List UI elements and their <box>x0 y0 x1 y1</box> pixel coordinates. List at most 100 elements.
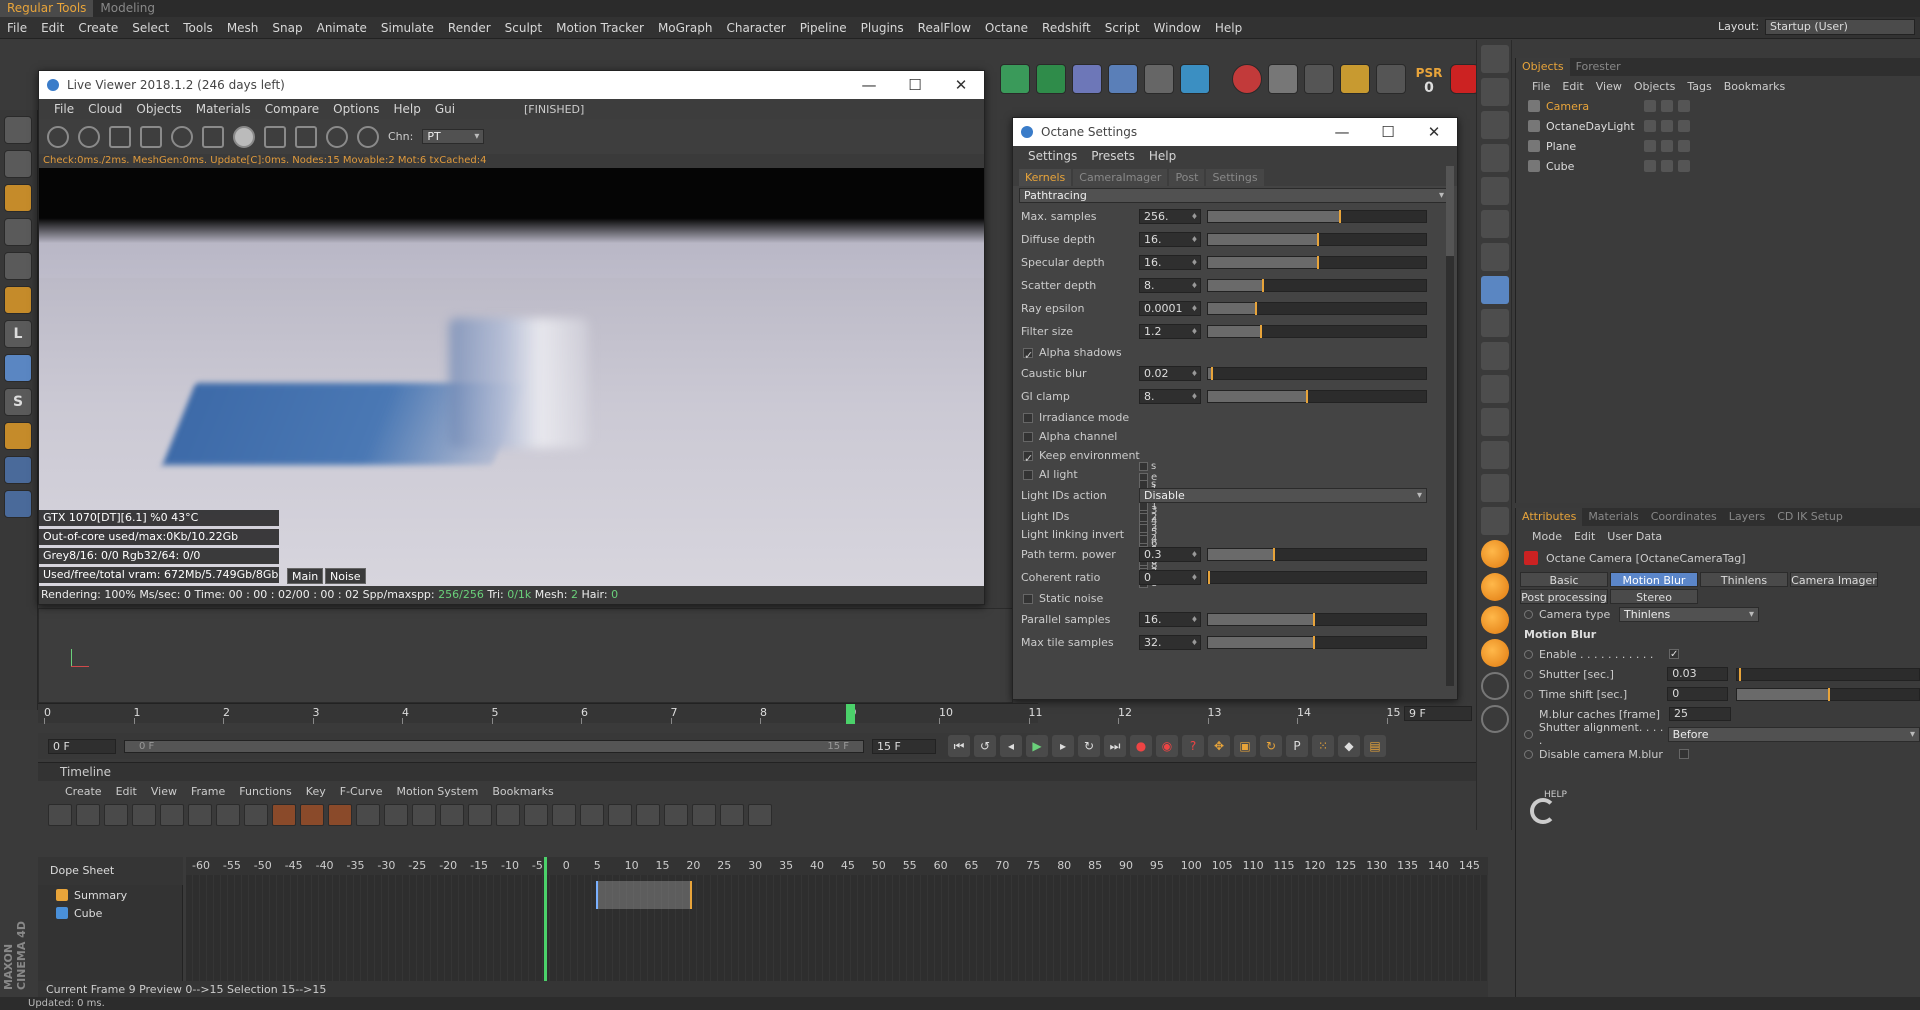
attr-btn-camera-imager[interactable]: Camera Imager <box>1790 572 1878 587</box>
timeline-tool-button[interactable] <box>608 804 632 826</box>
octane-param-slider[interactable] <box>1207 390 1427 403</box>
menu-octane[interactable]: Octane <box>978 17 1035 39</box>
menu-animate[interactable]: Animate <box>310 17 374 39</box>
timeline-tool-button[interactable] <box>356 804 380 826</box>
timeline-tool-button[interactable] <box>272 804 296 826</box>
next-frame-button[interactable]: ▸ <box>1052 735 1074 757</box>
light-ids-action-select[interactable]: Disable <box>1139 488 1427 503</box>
track-summary[interactable]: Summary <box>38 885 182 905</box>
pause-icon[interactable] <box>109 125 131 148</box>
object-visibility-tags[interactable] <box>1644 100 1690 112</box>
octane-param-field[interactable]: 16. <box>1139 612 1201 627</box>
menu-tools[interactable]: Tools <box>176 17 220 39</box>
attr-menu-userdata[interactable]: User Data <box>1601 530 1668 543</box>
main-playhead[interactable] <box>845 704 855 724</box>
octane-icon[interactable] <box>1180 64 1210 94</box>
timeline-tool-button[interactable] <box>580 804 604 826</box>
object-visibility-tags[interactable] <box>1644 120 1690 132</box>
tab-attributes[interactable]: Attributes <box>1516 508 1583 526</box>
tab-cd-ik-setup[interactable]: CD IK Setup <box>1771 508 1849 526</box>
menu-mesh[interactable]: Mesh <box>220 17 266 39</box>
tl-menu-edit[interactable]: Edit <box>109 785 144 798</box>
send-scene-icon[interactable] <box>47 125 69 148</box>
tl-menu-functions[interactable]: Functions <box>232 785 299 798</box>
octane-param-slider[interactable] <box>1207 302 1427 315</box>
menu-select[interactable]: Select <box>125 17 176 39</box>
playhead[interactable] <box>544 857 547 981</box>
irradiance-row[interactable]: Irradiance mode <box>1013 408 1457 427</box>
tl-menu-create[interactable]: Create <box>58 785 109 798</box>
timeline-tool-button[interactable] <box>692 804 716 826</box>
current-frame-field[interactable]: 9 F <box>1404 706 1472 721</box>
hierarchy-icon[interactable] <box>1481 342 1509 370</box>
rotate-key-icon[interactable]: ↻ <box>1260 735 1282 757</box>
next-key-button[interactable]: ↻ <box>1078 735 1100 757</box>
start-frame-field[interactable]: 0 F <box>48 738 116 754</box>
menu-render[interactable]: Render <box>441 17 498 39</box>
attr-btn-motion-blur[interactable]: Motion Blur <box>1610 572 1698 587</box>
menu-motion-tracker[interactable]: Motion Tracker <box>549 17 651 39</box>
light_linking-checkbox[interactable] <box>1139 513 1148 522</box>
alpha-channel-checkbox[interactable] <box>1023 431 1033 442</box>
pick-icon[interactable] <box>357 125 379 148</box>
octane-param-slider[interactable] <box>1207 256 1427 269</box>
autokey-button[interactable]: ◉ <box>1156 735 1178 757</box>
pla-key-icon[interactable]: ⁙ <box>1312 735 1334 757</box>
obj-menu-tags[interactable]: Tags <box>1681 80 1717 93</box>
help-icon[interactable]: HELP <box>1526 790 1567 830</box>
render-settings-icon[interactable] <box>1481 45 1509 73</box>
tl-menu-motion-system[interactable]: Motion System <box>390 785 486 798</box>
lock-grid-icon[interactable] <box>4 490 32 518</box>
texture-mode-icon[interactable] <box>4 150 32 178</box>
menu-plugins[interactable]: Plugins <box>854 17 911 39</box>
obj-menu-objects[interactable]: Objects <box>1628 80 1682 93</box>
attr-menu-mode[interactable]: Mode <box>1526 530 1568 543</box>
obj-menu-edit[interactable]: Edit <box>1556 80 1589 93</box>
scheme-icon[interactable]: ◆ <box>1338 735 1360 757</box>
attr-btn-post-processing[interactable]: Post processing <box>1520 589 1608 604</box>
grid-icon[interactable] <box>4 456 32 484</box>
keyframe-block[interactable] <box>596 881 692 909</box>
main-timeline-ruler[interactable]: 0123456789101112131415 <box>38 703 1401 724</box>
shutter-field[interactable]: 0.03 <box>1667 667 1729 681</box>
model-mode-icon[interactable] <box>4 116 32 144</box>
figure3-icon[interactable] <box>1481 474 1509 502</box>
attr-btn-basic[interactable]: Basic <box>1520 572 1608 587</box>
menu-sculpt[interactable]: Sculpt <box>498 17 549 39</box>
time-shift-field[interactable]: 0 <box>1667 687 1729 701</box>
globe2-icon[interactable] <box>1481 705 1509 733</box>
lock-icon[interactable] <box>202 125 224 148</box>
render-icon[interactable] <box>1232 64 1262 94</box>
layout-select[interactable]: Startup (User) <box>1765 19 1915 35</box>
static-noise-checkbox[interactable] <box>1023 593 1033 604</box>
octane-param-field[interactable]: 16. <box>1139 232 1201 247</box>
light_ids-checkbox[interactable] <box>1139 462 1148 471</box>
prev-frame-button[interactable]: ◂ <box>1000 735 1022 757</box>
octane-param-slider[interactable] <box>1207 325 1427 338</box>
menu-redshift[interactable]: Redshift <box>1035 17 1098 39</box>
octane-param-slider[interactable] <box>1207 233 1427 246</box>
ai-light-row[interactable]: AI light <box>1013 465 1457 484</box>
render-active-icon[interactable] <box>1481 144 1509 172</box>
octane-param-slider[interactable] <box>1207 367 1427 380</box>
move-key-icon[interactable]: ✥ <box>1208 735 1230 757</box>
focus-icon[interactable] <box>326 125 348 148</box>
globe-icon[interactable] <box>1481 672 1509 700</box>
object-row[interactable]: Plane <box>1516 136 1920 156</box>
tweak-icon[interactable] <box>4 354 32 382</box>
prev-key-button[interactable]: ↺ <box>974 735 996 757</box>
camera-icon[interactable] <box>1144 64 1174 94</box>
time-shift-anim-dot[interactable] <box>1524 689 1533 699</box>
lv-menu-options[interactable]: Options <box>326 102 386 116</box>
timeline-tool-button[interactable] <box>664 804 688 826</box>
dope-sheet-grid[interactable]: -60 -55 -50 -45 -40 -35 -30 -25 -20 -15 -10 -5 0 5 10 1… <box>186 857 1488 981</box>
render-view-icon[interactable] <box>1481 78 1509 106</box>
camera-type-anim-dot[interactable] <box>1524 609 1533 619</box>
mograph-icon[interactable] <box>1036 64 1066 94</box>
lv-menu-gui[interactable]: Gui <box>428 102 462 116</box>
octane-param-field[interactable]: 0.0001 <box>1139 301 1201 316</box>
octane-maximize-button[interactable]: ☐ <box>1365 118 1411 146</box>
light_linking-checkbox[interactable] <box>1139 524 1148 533</box>
octane-param-slider[interactable] <box>1207 613 1427 626</box>
sphere-icon[interactable] <box>1481 540 1509 568</box>
